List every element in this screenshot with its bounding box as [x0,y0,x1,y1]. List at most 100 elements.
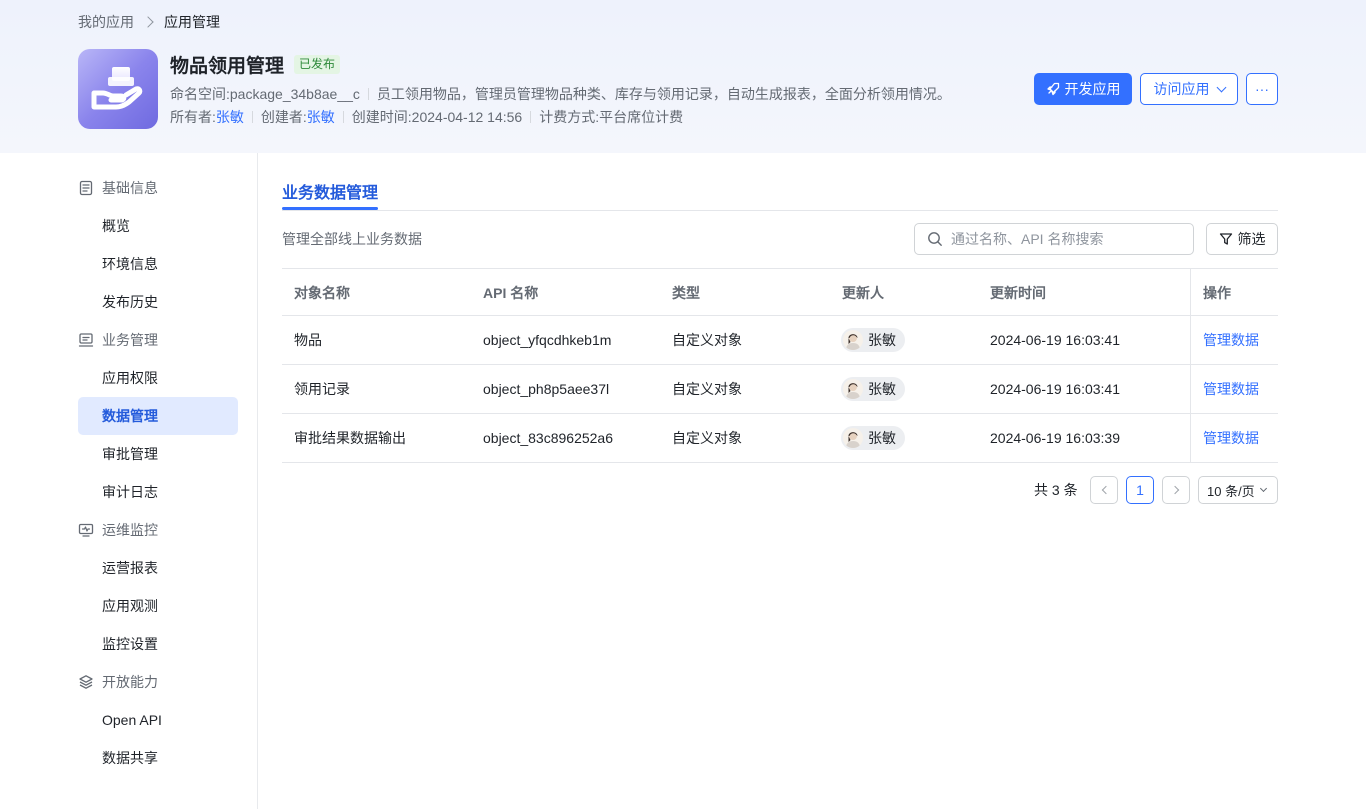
table-header: 对象名称 API 名称 类型 更新人 更新时间 操作 [282,268,1278,316]
develop-app-button[interactable]: 开发应用 [1034,73,1132,105]
breadcrumb-my-apps[interactable]: 我的应用 [78,12,134,32]
table-row: 审批结果数据输出 object_83c896252a6 自定义对象 张敏 202… [282,414,1278,463]
sidebar-item-environment[interactable]: 环境信息 [78,245,238,283]
creator-link[interactable]: 张敏 [307,107,335,127]
sidebar-item-audit-log[interactable]: 审计日志 [78,473,238,511]
data-table: 对象名称 API 名称 类型 更新人 更新时间 操作 物品 object_yfq… [282,268,1278,463]
page-size-select[interactable]: 10 条/页 [1198,476,1278,504]
monitor-icon [78,523,94,537]
billing-value: 平台席位计费 [599,109,684,125]
header-actions: 操作 [1203,284,1231,301]
app-logo [78,49,158,129]
sidebar-group-label: 开放能力 [102,674,158,690]
sidebar-group-label: 运维监控 [102,522,158,538]
app-title-row: 物品领用管理 已发布 [170,51,341,77]
app-header: 我的应用 应用管理 物品领用管理 已发布 命名空间: package_34b8a… [0,0,1366,153]
sidebar-item-open-api[interactable]: Open API [78,701,238,739]
breadcrumb-current: 应用管理 [164,14,220,30]
search-input[interactable] [951,231,1181,247]
header-type: 类型 [672,284,700,301]
user-name: 张敏 [868,381,896,397]
cell-updated-time: 2024-06-19 16:03:41 [990,381,1120,397]
sidebar-item-approval[interactable]: 审批管理 [78,435,238,473]
owner-label: 所有者: [170,109,216,125]
user-chip[interactable]: 张敏 [841,426,905,450]
sidebar-item-release-history[interactable]: 发布历史 [78,283,238,321]
created-time: 2024-04-12 14:56 [411,109,523,125]
sidebar-item-data-management[interactable]: 数据管理 [78,397,238,435]
more-button[interactable]: ··· [1246,73,1278,105]
manage-data-link[interactable]: 管理数据 [1203,316,1259,364]
visit-app-label: 访问应用 [1153,81,1210,97]
filter-label: 筛选 [1237,231,1266,247]
next-page-button[interactable] [1162,476,1190,504]
prev-page-button[interactable] [1090,476,1118,504]
visit-app-button[interactable]: 访问应用 [1140,73,1238,105]
table-row: 领用记录 object_ph8p5aee37l 自定义对象 张敏 2024-06… [282,365,1278,414]
creator-label: 创建者: [260,109,307,125]
sidebar-group-business: 业务管理 [78,321,238,359]
cell-object-name: 审批结果数据输出 [294,430,406,446]
owner-link[interactable]: 张敏 [216,107,244,127]
sidebar-item-operations-report[interactable]: 运营报表 [78,549,238,587]
cell-api-name: object_yfqcdhkeb1m [483,332,612,348]
sidebar-item-overview[interactable]: 概览 [78,207,238,245]
filter-button[interactable]: 筛选 [1206,223,1278,255]
cell-object-name: 物品 [294,332,322,348]
cell-updater: 张敏 [841,414,905,462]
sidebar-group-label: 基础信息 [102,180,158,196]
cell-api-name: object_83c896252a6 [483,430,614,446]
cell-type: 自定义对象 [672,381,742,397]
pagination-total: 共 3 条 [1034,482,1078,498]
chevron-down-icon [1216,82,1226,92]
more-icon: ··· [1255,81,1269,97]
rocket-icon [1046,82,1059,96]
sidebar-item-app-permissions[interactable]: 应用权限 [78,359,238,397]
namespace-value: package_34b8ae__c [229,86,360,102]
sidebar-item-monitor-settings[interactable]: 监控设置 [78,625,238,663]
cell-updated-time: 2024-06-19 16:03:39 [990,430,1120,446]
page-button-current[interactable]: 1 [1126,476,1154,504]
chevron-left-icon [1101,485,1110,495]
search-icon [928,232,942,246]
cell-updater: 张敏 [841,365,905,413]
divider [342,111,344,123]
chevron-down-icon [1259,484,1268,493]
avatar [843,330,863,350]
business-icon [78,333,94,347]
sidebar-item-data-sharing[interactable]: 数据共享 [78,739,238,777]
tab-business-data[interactable]: 业务数据管理 [282,172,378,210]
cell-updated-time: 2024-06-19 16:03:41 [990,332,1120,348]
header-updated-time: 更新时间 [990,284,1046,301]
divider [251,111,253,123]
billing-label: 计费方式: [539,109,600,125]
cell-object-name: 领用记录 [294,381,350,397]
manage-data-link[interactable]: 管理数据 [1203,414,1259,462]
header-api-name: API 名称 [483,284,539,301]
cell-updater: 张敏 [841,316,905,364]
header-updater: 更新人 [842,284,884,301]
sidebar-group-open-capabilities: 开放能力 [78,663,238,701]
manage-data-link[interactable]: 管理数据 [1203,365,1259,413]
filter-icon [1219,233,1232,245]
app-meta-line-2: 所有者: 张敏 创建者: 张敏 创建时间: 2024-04-12 14:56 计… [170,107,683,127]
user-chip[interactable]: 张敏 [841,377,905,401]
namespace-label: 命名空间: [170,86,230,102]
sidebar-group-label: 业务管理 [102,332,158,348]
user-name: 张敏 [868,430,896,446]
sidebar-item-app-observability[interactable]: 应用观测 [78,587,238,625]
layers-icon [79,675,93,689]
hand-box-icon [91,67,143,110]
page-description: 管理全部线上业务数据 [282,231,422,247]
user-chip[interactable]: 张敏 [841,328,905,352]
divider [530,111,532,123]
divider [367,88,369,100]
app-title: 物品领用管理 [170,55,285,77]
sidebar-group-ops: 运维监控 [78,511,238,549]
created-label: 创建时间: [351,109,412,125]
cell-type: 自定义对象 [672,332,742,348]
chevron-right-icon [142,16,154,28]
status-badge: 已发布 [294,54,341,74]
header-object-name: 对象名称 [294,284,350,301]
app-description: 员工领用物品，管理员管理物品种类、库存与领用记录，自动生成报表，全面分析领用情况… [376,86,951,102]
